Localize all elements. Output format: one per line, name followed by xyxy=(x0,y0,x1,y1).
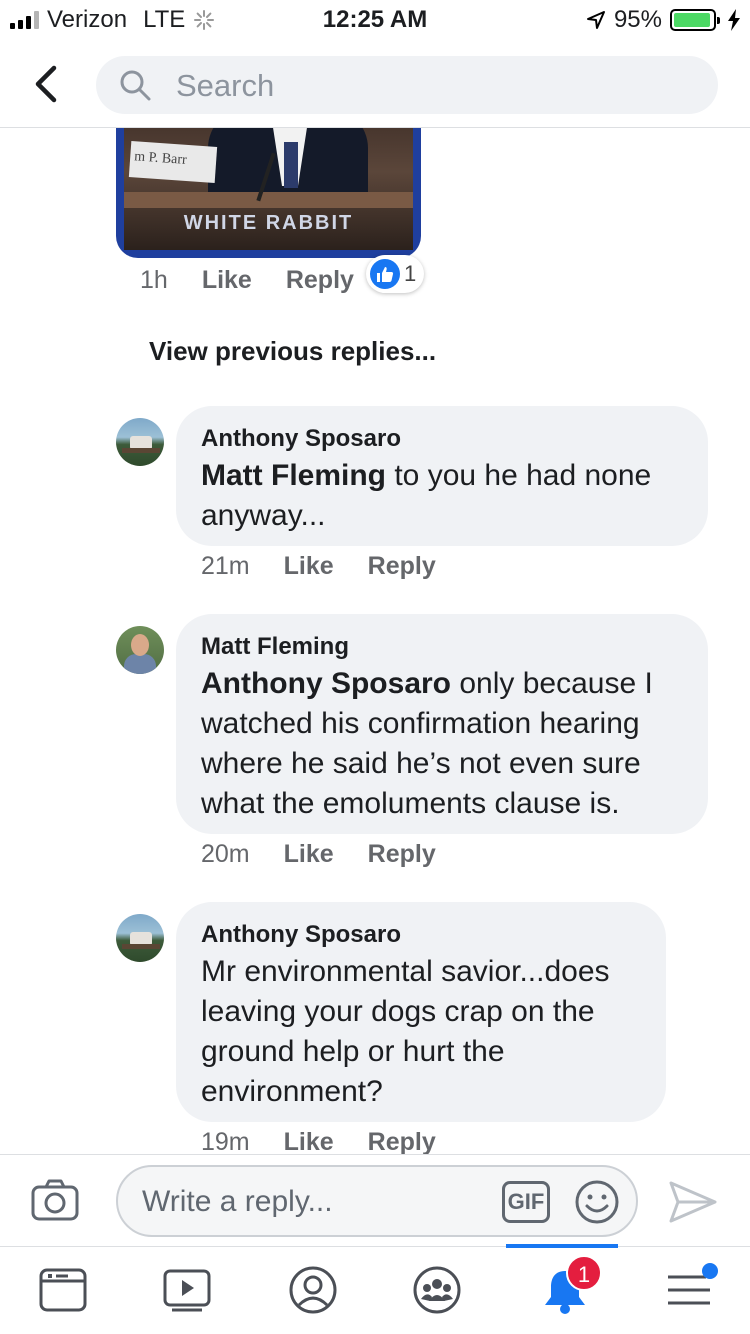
comment-text: Matt Fleming to you he had none anyway..… xyxy=(201,456,684,536)
image-tie xyxy=(284,142,298,188)
avatar[interactable] xyxy=(116,418,164,466)
comment-time: 21m xyxy=(201,552,250,580)
like-button[interactable]: Like xyxy=(284,840,334,869)
image-nameplate: m P. Barr xyxy=(128,141,218,183)
comment-bubble: Anthony Sposaro Mr environmental savior.… xyxy=(176,902,666,1122)
bottom-tab-bar: 1 xyxy=(0,1244,750,1334)
status-bar: Verizon LTE 12:25 AM 95% xyxy=(0,0,750,40)
comment-author[interactable]: Anthony Sposaro xyxy=(201,920,642,950)
image-watermark: WHITE RABBIT xyxy=(183,212,354,234)
image-scene: m P. Barr WHITE RABBIT xyxy=(124,128,413,250)
active-tab-indicator xyxy=(506,1244,618,1248)
mention-link[interactable]: Anthony Sposaro xyxy=(201,667,451,700)
search-input[interactable]: Search xyxy=(96,56,718,114)
reply-button[interactable]: Reply xyxy=(368,552,436,581)
news-feed-icon xyxy=(39,1268,87,1312)
charging-bolt-icon xyxy=(728,9,740,31)
tab-groups[interactable] xyxy=(412,1265,462,1315)
comment-bubble: Matt Fleming Anthony Sposaro only becaus… xyxy=(176,614,708,834)
thumbs-up-icon xyxy=(370,259,400,289)
comment-text: Anthony Sposaro only because I watched h… xyxy=(201,664,684,824)
avatar[interactable] xyxy=(116,914,164,962)
previous-comment-actions: 1h Like Reply xyxy=(140,266,354,295)
search-placeholder: Search xyxy=(176,68,275,103)
send-button[interactable] xyxy=(668,1179,718,1225)
groups-icon xyxy=(413,1266,461,1314)
status-right: 95% xyxy=(586,6,740,34)
comment-actions: 19m Like Reply xyxy=(201,1128,436,1154)
comment-image[interactable]: m P. Barr WHITE RABBIT xyxy=(116,128,421,258)
mention-link[interactable]: Matt Fleming xyxy=(201,459,386,492)
top-navigation: Search xyxy=(0,40,750,128)
comment-body: Mr environmental savior...does leaving y… xyxy=(201,955,610,1108)
reply-button[interactable]: Reply xyxy=(368,840,436,869)
comments-thread: m P. Barr WHITE RABBIT 1h Like Reply 1 V… xyxy=(0,128,750,1154)
reply-button[interactable]: Reply xyxy=(286,266,354,295)
comment-actions: 21m Like Reply xyxy=(201,552,436,581)
gif-button[interactable]: GIF xyxy=(502,1181,550,1223)
like-button[interactable]: Like xyxy=(284,1128,334,1154)
reply-input[interactable]: Write a reply... GIF xyxy=(116,1165,638,1237)
smiley-icon xyxy=(575,1180,619,1224)
image-desk xyxy=(124,192,413,208)
send-icon xyxy=(669,1181,717,1223)
comment-text: Mr environmental savior...does leaving y… xyxy=(201,952,642,1112)
reaction-count: 1 xyxy=(404,261,417,286)
camera-button[interactable] xyxy=(30,1177,80,1223)
menu-notification-dot xyxy=(702,1263,718,1279)
reply-button[interactable]: Reply xyxy=(368,1128,436,1154)
back-button[interactable] xyxy=(28,62,68,106)
reaction-summary[interactable]: 1 xyxy=(366,255,425,293)
search-icon xyxy=(120,70,151,101)
notification-count-badge: 1 xyxy=(566,1255,602,1291)
comment-author[interactable]: Anthony Sposaro xyxy=(201,424,684,454)
avatar[interactable] xyxy=(116,626,164,674)
comment-time: 19m xyxy=(201,1128,250,1154)
like-button[interactable]: Like xyxy=(284,552,334,581)
watch-icon xyxy=(163,1269,211,1312)
reply-placeholder: Write a reply... xyxy=(142,1185,333,1218)
tab-news-feed[interactable] xyxy=(38,1265,88,1315)
camera-icon xyxy=(31,1179,79,1221)
tab-watch[interactable] xyxy=(162,1265,212,1315)
battery-icon xyxy=(670,9,720,31)
location-arrow-icon xyxy=(586,11,605,29)
battery-percent: 95% xyxy=(613,6,662,33)
comment-time: 1h xyxy=(140,266,168,294)
comment-actions: 20m Like Reply xyxy=(201,840,436,869)
comment-time: 20m xyxy=(201,840,250,868)
comment-author[interactable]: Matt Fleming xyxy=(201,632,684,662)
tab-profile[interactable] xyxy=(288,1265,338,1315)
view-previous-replies-link[interactable]: View previous replies... xyxy=(149,336,436,367)
emoji-button[interactable] xyxy=(574,1179,620,1225)
chevron-left-icon xyxy=(35,65,57,103)
profile-icon xyxy=(289,1266,337,1314)
comment-bubble: Anthony Sposaro Matt Fleming to you he h… xyxy=(176,406,708,546)
like-button[interactable]: Like xyxy=(202,266,252,295)
reply-composer: Write a reply... GIF xyxy=(0,1154,750,1246)
